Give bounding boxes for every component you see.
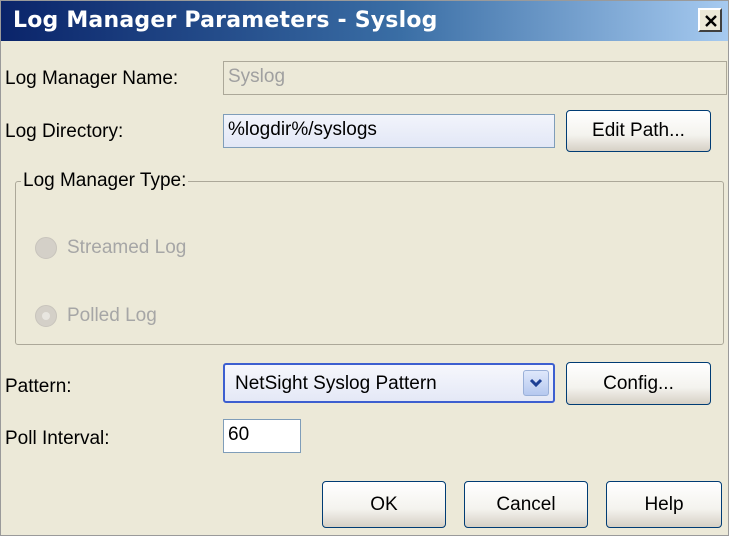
directory-field[interactable]: %logdir%/syslogs: [223, 114, 555, 148]
help-button[interactable]: Help: [606, 481, 722, 528]
close-button[interactable]: [698, 8, 722, 32]
directory-label: Log Directory:: [5, 121, 124, 142]
pattern-select[interactable]: NetSight Syslog Pattern: [223, 363, 555, 403]
log-manager-type-label: Log Manager Type:: [21, 169, 189, 193]
streamed-log-label: Streamed Log: [67, 237, 187, 258]
pattern-value: NetSight Syslog Pattern: [235, 373, 437, 394]
streamed-log-radio[interactable]: [35, 237, 57, 259]
polled-log-radio[interactable]: [35, 305, 57, 327]
polled-log-label: Polled Log: [67, 305, 157, 326]
log-manager-dialog: Log Manager Parameters - Syslog Log Mana…: [0, 0, 729, 536]
poll-interval-label: Poll Interval:: [5, 428, 110, 449]
radio-selected-dot: [42, 312, 50, 320]
chevron-down-icon: [529, 378, 543, 388]
name-field: Syslog: [223, 61, 727, 95]
cancel-button[interactable]: Cancel: [464, 481, 588, 528]
poll-interval-field[interactable]: 60: [223, 419, 301, 453]
edit-path-button[interactable]: Edit Path...: [566, 110, 711, 152]
title-bar[interactable]: Log Manager Parameters - Syslog: [1, 1, 728, 41]
ok-button[interactable]: OK: [322, 481, 446, 528]
name-label: Log Manager Name:: [5, 68, 179, 89]
pattern-label: Pattern:: [5, 376, 72, 397]
config-button[interactable]: Config...: [566, 362, 711, 405]
window-title: Log Manager Parameters - Syslog: [13, 8, 438, 33]
pattern-dropdown-button[interactable]: [523, 370, 549, 396]
close-icon: [705, 15, 717, 27]
